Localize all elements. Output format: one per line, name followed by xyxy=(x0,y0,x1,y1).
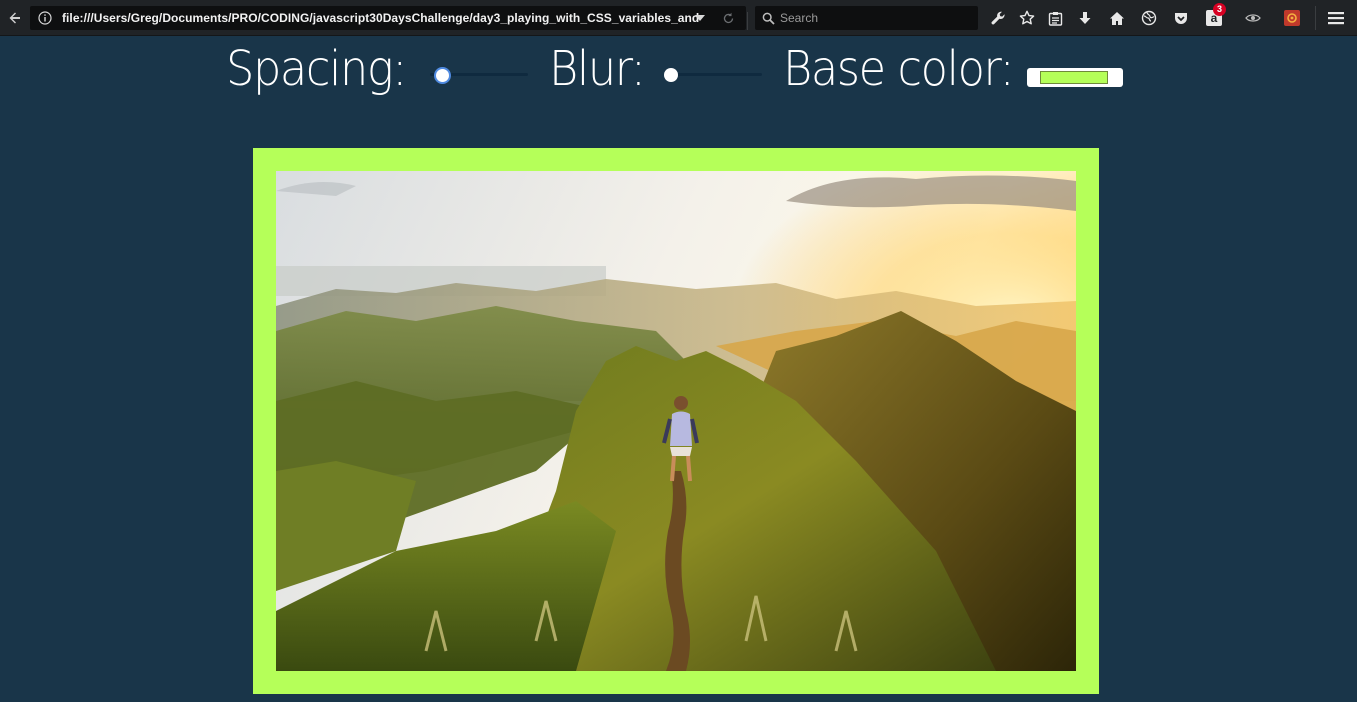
base-color-swatch[interactable] xyxy=(1040,71,1108,84)
spacing-slider-thumb[interactable] xyxy=(434,67,451,84)
notification-badge: 3 xyxy=(1213,3,1226,16)
extension-icon[interactable] xyxy=(1243,8,1263,28)
reload-icon[interactable] xyxy=(718,8,738,28)
blur-slider-thumb[interactable] xyxy=(664,68,678,82)
blur-slider-track[interactable] xyxy=(664,73,762,76)
base-color-label: Base color: xyxy=(783,41,1015,97)
url-bar[interactable]: file:///Users/Greg/Documents/PRO/CODING/… xyxy=(30,6,748,30)
toolbar-divider xyxy=(1315,6,1316,30)
search-placeholder: Search xyxy=(780,11,819,25)
clipboard-icon[interactable] xyxy=(1045,8,1065,28)
dropdown-arrow-icon[interactable] xyxy=(690,8,710,28)
star-icon[interactable] xyxy=(1017,8,1037,28)
pocket-icon[interactable] xyxy=(1171,8,1191,28)
blur-label: Blur: xyxy=(549,41,646,97)
browser-toolbar: file:///Users/Greg/Documents/PRO/CODING/… xyxy=(0,0,1357,36)
base-color-picker[interactable] xyxy=(1027,68,1123,87)
globe-icon[interactable] xyxy=(1139,8,1159,28)
search-icon xyxy=(758,8,778,28)
search-input[interactable]: Search xyxy=(755,6,978,30)
image-frame xyxy=(253,148,1099,694)
mountain-hiker-photo xyxy=(276,171,1076,671)
info-icon[interactable] xyxy=(35,8,55,28)
url-text[interactable]: file:///Users/Greg/Documents/PRO/CODING/… xyxy=(62,11,699,25)
url-divider xyxy=(747,12,748,30)
controls-panel: Spacing: Blur: Base color: xyxy=(0,36,1357,106)
spacing-label: Spacing: xyxy=(226,41,407,97)
landscape-illustration xyxy=(276,171,1076,671)
home-icon[interactable] xyxy=(1107,8,1127,28)
addon-icon[interactable] xyxy=(1282,8,1302,28)
wrench-icon[interactable] xyxy=(988,8,1008,28)
hamburger-menu-icon[interactable] xyxy=(1326,8,1346,28)
back-arrow-icon[interactable] xyxy=(5,8,25,28)
download-icon[interactable] xyxy=(1075,8,1095,28)
